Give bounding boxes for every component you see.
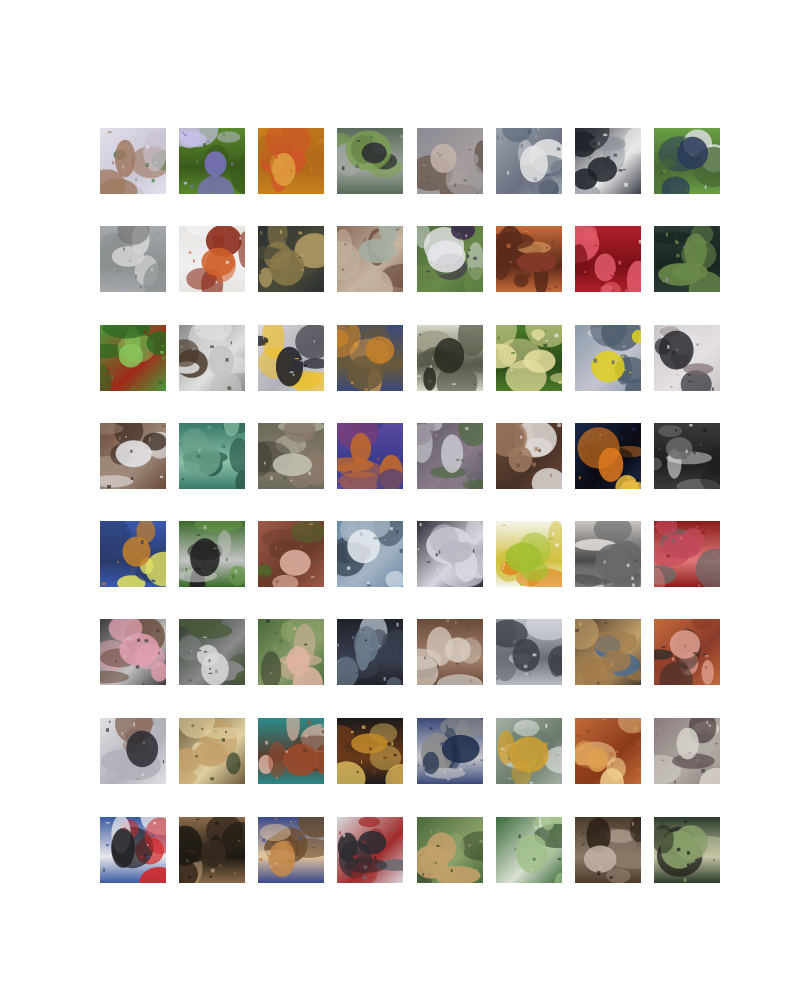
thumbnail-striped-sock (337, 423, 403, 489)
thumbnail-acorn (417, 128, 483, 194)
thumbnail-beaker (496, 718, 562, 784)
thumbnail-bowl (417, 718, 483, 784)
thumbnail-goldfish-pattern (258, 128, 324, 194)
thumbnail-bug-on-hand (258, 619, 324, 685)
thumbnail-window-interior (575, 817, 641, 883)
thumbnail-pomegranate-seeds (575, 226, 641, 292)
thumbnail-bottles-in-greenhouse (654, 817, 720, 883)
thumbnail-sunset (575, 423, 641, 489)
thumbnail-backpack (417, 521, 483, 587)
thumbnail-purple-bellflower (179, 128, 245, 194)
thumbnail-dog-and-child (100, 423, 166, 489)
thumbnail-group-of-people-outdoors (337, 128, 403, 194)
thumbnail-mountain-landscape (337, 521, 403, 587)
thumbnail-bird (179, 718, 245, 784)
thumbnail-pastries (575, 718, 641, 784)
thumbnail-house-and-garden (417, 423, 483, 489)
thumbnail-bus (496, 128, 562, 194)
thumbnail-lily-flower (179, 226, 245, 292)
thumbnail-pasta (337, 718, 403, 784)
thumbnail-restaurant-interior (258, 226, 324, 292)
thumbnail-scorpion (417, 325, 483, 391)
thumbnail-apples-and-orange (496, 521, 562, 587)
thumbnail-man-at-desk (100, 718, 166, 784)
thumbnail-tram (575, 325, 641, 391)
thumbnail-flower-on-branch (654, 226, 720, 292)
thumbnail-underwater-scene (179, 423, 245, 489)
thumbnail-roller-coaster (100, 521, 166, 587)
thumbnail-black-car (337, 619, 403, 685)
thumbnail-cocktail-shaker (575, 521, 641, 587)
thumbnail-penguin-toy (258, 325, 324, 391)
thumbnail-mixing-bowl (654, 718, 720, 784)
thumbnail-indoor-sports (417, 619, 483, 685)
thumbnail-rocks (654, 423, 720, 489)
thumbnail-pomegranate (654, 521, 720, 587)
thumbnail-porch (258, 423, 324, 489)
thumbnail-broom (100, 128, 166, 194)
thumbnail-butterfly-on-flowers (496, 325, 562, 391)
thumbnail-gorilla (179, 521, 245, 587)
thumbnail-child-with-cake (100, 619, 166, 685)
thumbnail-insect-on-leaf (100, 325, 166, 391)
thumbnail-people-with-pole (179, 325, 245, 391)
thumbnail-hazelnuts (575, 619, 641, 685)
thumbnail-warship (496, 619, 562, 685)
thumbnail-tall-building (179, 619, 245, 685)
thumbnail-people-sitting (654, 325, 720, 391)
thumbnail-bucket (100, 226, 166, 292)
thumbnail-tree-stump (496, 423, 562, 489)
thumbnail-sports-players (654, 128, 720, 194)
thumbnail-fishing-net (337, 226, 403, 292)
thumbnail-leaf-closeup (496, 817, 562, 883)
thumbnail-rugby-player (417, 226, 483, 292)
thumbnail-person-on-bench (654, 619, 720, 685)
thumbnail-car (575, 128, 641, 194)
thumbnail-lion-in-foliage (417, 817, 483, 883)
thumbnail-horses-and-people (179, 817, 245, 883)
thumbnail-caterpillar (258, 718, 324, 784)
thumbnail-police-car (337, 817, 403, 883)
thumbnail-chihuahua (100, 817, 166, 883)
thumbnail-person-at-window (496, 226, 562, 292)
thumbnail-potted-plants (258, 521, 324, 587)
image-grid (100, 128, 720, 883)
thumbnail-tractor (337, 325, 403, 391)
thumbnail-boot (258, 817, 324, 883)
